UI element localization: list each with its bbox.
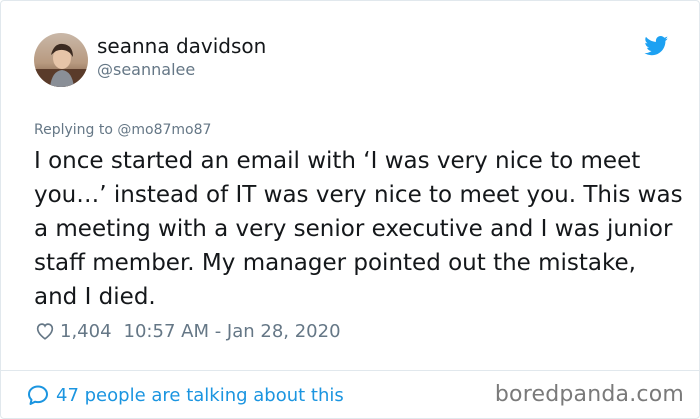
replying-to-label: Replying to [34, 122, 113, 138]
display-name[interactable]: seanna davidson [97, 34, 266, 58]
replying-to: Replying to @mo87mo87 [34, 122, 211, 138]
tweet-timestamp[interactable]: 10:57 AM - Jan 28, 2020 [124, 321, 341, 342]
heart-outline-icon[interactable] [34, 320, 56, 342]
conversation-label[interactable]: 47 people are talking about this [56, 385, 344, 406]
tweet-card: seanna davidson @seannalee Replying to @… [0, 0, 700, 419]
conversation-link[interactable]: 47 people are talking about this [26, 383, 344, 407]
like-count[interactable]: 1,404 [60, 321, 112, 342]
user-handle[interactable]: @seannalee [97, 60, 195, 79]
replying-to-handle[interactable]: @mo87mo87 [117, 122, 211, 138]
tweet-meta: 1,404 10:57 AM - Jan 28, 2020 [34, 319, 341, 343]
avatar[interactable] [34, 33, 88, 87]
twitter-bird-icon[interactable] [644, 36, 669, 56]
avatar-photo [34, 33, 88, 87]
divider [1, 370, 699, 371]
tweet-text: I once started an email with ‘I was very… [34, 148, 683, 310]
speech-bubble-icon [28, 385, 48, 405]
watermark: boredpanda.com [494, 382, 684, 407]
